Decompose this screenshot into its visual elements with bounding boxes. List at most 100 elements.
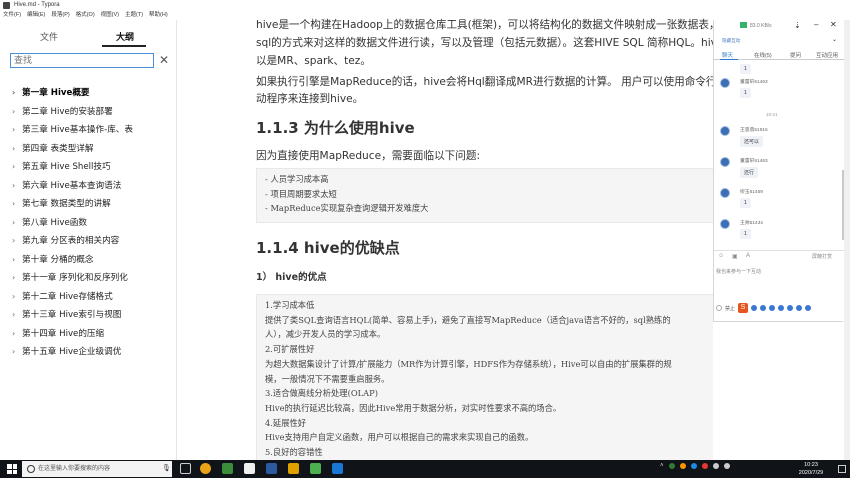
outline-item[interactable]: › 第十章 分桶的概念: [0, 251, 177, 270]
paragraph-line: 因为直接使用MapReduce，需要面临以下问题:: [256, 150, 481, 162]
paragraph-line: hive是一个构建在Hadoop上的数据仓库工具(框架)，可以将结构化的数据文件…: [256, 19, 713, 31]
volume-icon[interactable]: [723, 463, 730, 469]
typora-app-icon[interactable]: [244, 463, 255, 474]
hide-interaction-link[interactable]: 隐藏互动: [722, 38, 740, 44]
outline-item[interactable]: › 第二章 Hive的安装部署: [0, 103, 177, 122]
tab-questions[interactable]: 提问: [790, 51, 801, 59]
tab-online[interactable]: 在线(5): [754, 51, 772, 59]
microphone-icon[interactable]: 🎙: [162, 461, 171, 477]
paragraph-line: 如果执行引擎是MapReduce的话，hive会将Hql翻译成MR进行数据的计算…: [256, 76, 713, 88]
outline-item[interactable]: › 第一章 Hive概要: [0, 84, 177, 103]
notification-icon[interactable]: [838, 465, 846, 473]
show-hidden-icons-icon[interactable]: ˄: [660, 463, 664, 469]
code-block-problems[interactable]: - 人员学习成本高 - 项目周期要求太短 - MapReduce实现复杂查询逻辑…: [256, 168, 713, 223]
mute-label: 禁止: [725, 305, 736, 312]
tray-app-icon[interactable]: [679, 463, 686, 469]
chevron-right-icon: ›: [12, 236, 16, 245]
chat-message: 缪玉51459 1: [720, 188, 840, 214]
tray-app-icon[interactable]: [690, 463, 697, 469]
keyboard-icon[interactable]: [787, 305, 794, 311]
menu-file[interactable]: 文件(F): [3, 10, 21, 20]
tray-app-icon[interactable]: [668, 463, 675, 469]
code-line: 4.延展性好: [265, 417, 307, 428]
network-icon[interactable]: [712, 463, 719, 469]
chevron-right-icon: ›: [12, 143, 16, 153]
skin-icon[interactable]: [796, 305, 803, 311]
minimize-icon[interactable]: –: [814, 20, 818, 29]
chat-top-bar: 83.0 KB/s: [714, 20, 844, 32]
network-speed: 83.0 KB/s: [750, 23, 772, 29]
outline-item[interactable]: › 第十五章 Hive企业级调优: [0, 343, 177, 362]
menu-edit[interactable]: 编辑(E): [27, 10, 45, 20]
chevron-down-icon[interactable]: ⌄: [832, 36, 837, 43]
outline-list: › 第一章 Hive概要 › 第二章 Hive的安装部署 › 第三章 Hive基本操作…: [0, 84, 177, 362]
chrome-icon[interactable]: [200, 463, 211, 474]
chevron-right-icon: ›: [12, 310, 16, 319]
menu-help[interactable]: 帮助(H): [149, 10, 168, 20]
task-view-icon[interactable]: [180, 463, 191, 474]
outline-item[interactable]: › 第十三章 Hive索引与视图: [0, 306, 177, 325]
punctuation-icon[interactable]: [760, 305, 767, 311]
mute-toggle-icon[interactable]: [716, 305, 722, 311]
image-icon[interactable]: ▣: [732, 253, 738, 260]
heading-pros-cons: 1.1.4 hive的优缺点: [256, 239, 400, 257]
outline-item[interactable]: › 第十一章 序列化和反序列化: [0, 269, 177, 288]
outline-item[interactable]: › 第五章 Hive Shell技巧: [0, 158, 177, 177]
menu-view[interactable]: 视图(V): [101, 10, 119, 20]
chat-input[interactable]: 我也来参与一下互动: [716, 268, 761, 275]
taskbar-clock[interactable]: 10:23 2020/7/29: [786, 461, 836, 477]
chevron-right-icon: ›: [12, 180, 16, 190]
tray-app-icon[interactable]: [701, 463, 708, 469]
outline-item[interactable]: › 第六章 Hive基本查询语法: [0, 177, 177, 196]
tab-files[interactable]: 文件: [40, 30, 58, 43]
emoji-icon[interactable]: [769, 305, 776, 311]
font-icon[interactable]: A: [746, 253, 750, 259]
typora-logo-icon: [3, 2, 10, 9]
avatar: [720, 188, 730, 198]
menu-paragraph[interactable]: 段落(P): [51, 10, 69, 20]
outline-item[interactable]: › 第十二章 Hive存储格式: [0, 288, 177, 307]
chevron-right-icon: ›: [12, 254, 16, 264]
window-scrollbar[interactable]: [844, 20, 850, 460]
file-explorer-icon[interactable]: [288, 463, 299, 474]
active-tab-indicator: [102, 45, 146, 47]
ime-mode-icon[interactable]: [751, 305, 758, 311]
windows-start-icon[interactable]: [7, 464, 17, 474]
paragraph-line: 以是MR、spark、tez。: [256, 55, 371, 67]
ime-logo-icon[interactable]: S: [738, 303, 749, 313]
chat-message: 董蕾轩51463 还行: [720, 157, 840, 183]
toolbox-icon[interactable]: [805, 305, 812, 311]
tab-outline[interactable]: 大纲: [116, 30, 134, 43]
app-icon[interactable]: [266, 463, 277, 474]
emoji-icon[interactable]: ☺: [718, 253, 724, 259]
outline-item[interactable]: › 第九章 分区表的相关内容: [0, 232, 177, 251]
outline-item[interactable]: › 第七章 数据类型的讲解: [0, 195, 177, 214]
editor-pane[interactable]: hive是一个构建在Hadoop上的数据仓库工具(框架)，可以将结构化的数据文件…: [178, 10, 713, 460]
close-icon[interactable]: ✕: [830, 20, 837, 29]
outline-item[interactable]: › 第四章 表类型详解: [0, 140, 177, 159]
app-icon[interactable]: [310, 463, 321, 474]
close-icon[interactable]: ✕: [159, 53, 169, 67]
outline-item[interactable]: › 第八章 Hive函数: [0, 214, 177, 233]
microphone-icon[interactable]: [778, 305, 785, 311]
outline-item[interactable]: › 第三章 Hive基本操作-库、表: [0, 121, 177, 140]
code-block-advantages[interactable]: 1.学习成本低 提供了类SQL查询语言HQL(简单、容易上手)，避免了直接写Ma…: [256, 294, 713, 460]
tab-chat[interactable]: 聊天: [722, 51, 733, 59]
outline-search-input[interactable]: [10, 53, 154, 68]
code-line: 为超大数据集设计了计算/扩展能力（MR作为计算引擎，HDFS作为存储系统），Hi…: [265, 358, 672, 369]
menu-format[interactable]: 格式(O): [76, 10, 95, 20]
pin-icon[interactable]: ⇣: [794, 21, 801, 30]
app-icon[interactable]: [332, 463, 343, 474]
message-timestamp: 10:21: [766, 112, 778, 117]
menu-theme[interactable]: 主题(T): [125, 10, 143, 20]
clock-time: 10:23: [804, 462, 818, 468]
chevron-right-icon: ›: [12, 217, 16, 227]
tab-interactive-apps[interactable]: 互动应用: [816, 51, 838, 59]
paragraph-line: sql的方式来对这样的数据文件进行读，写以及管理（包括元数据）。这套HIVE S…: [256, 37, 713, 49]
app-icon[interactable]: [222, 463, 233, 474]
live-chat-panel: 83.0 KB/s ⇣ – ✕ 隐藏互动 ⌄ 聊天 在线(5) 提问 互动应用 …: [713, 20, 844, 322]
outline-item[interactable]: › 第十四章 Hive的压缩: [0, 325, 177, 344]
taskbar-search[interactable]: 在这里输入你要搜索的内容 🎙: [22, 461, 172, 477]
code-line: - MapReduce实现复杂查询逻辑开发难度大: [265, 203, 429, 214]
block-rewards-toggle[interactable]: 屏蔽打赏: [812, 253, 832, 260]
